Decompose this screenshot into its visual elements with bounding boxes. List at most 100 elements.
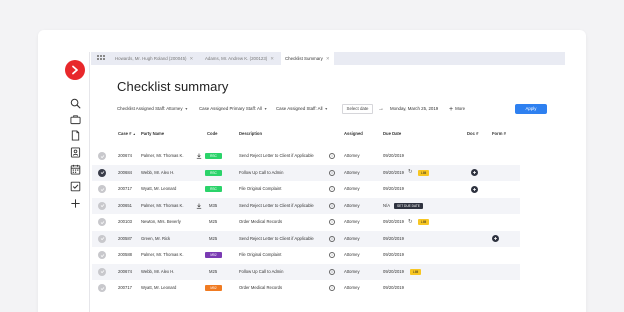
check-circle-icon[interactable] [98, 267, 106, 276]
tab-checklist-summary[interactable]: Checklist Summary ✕ [281, 52, 334, 65]
info-icon[interactable]: i [329, 186, 335, 192]
more-filters-button[interactable]: + More [449, 104, 465, 115]
table-row[interactable]: 200588 Palmer, Mr. Thomas K. M52 File Origi… [92, 247, 520, 263]
filter-primary-staff[interactable]: Case Assigned Primary Staff: All ▼ [199, 104, 267, 114]
check-circle-icon[interactable] [98, 152, 106, 160]
info-icon[interactable]: i [329, 285, 335, 291]
check-circle-icon[interactable] [98, 234, 106, 243]
column-party[interactable]: Party Name [141, 129, 164, 139]
close-icon[interactable]: ✕ [270, 56, 274, 61]
app-logo[interactable] [65, 60, 85, 80]
case-number[interactable]: 200684 [118, 165, 132, 181]
case-number[interactable]: 200588 [118, 247, 132, 263]
due-date[interactable]: 09/20/2019 [383, 280, 404, 296]
select-date-button[interactable]: Select date [342, 104, 373, 114]
info-icon[interactable]: i [329, 219, 335, 225]
due-date[interactable]: 09/20/2019 [383, 214, 404, 230]
table-row[interactable]: 200651 Palmer, Mr. Thomas K. M35 Send Rejec… [92, 197, 520, 214]
description[interactable]: Follow Up Call to Admin [239, 264, 283, 280]
info-icon[interactable]: i [329, 268, 335, 275]
description[interactable]: File Original Complaint [239, 247, 281, 263]
tab-adams[interactable]: Adams, Mr. Andrew K. (200123) ✕ [201, 52, 278, 65]
nav-contacts[interactable] [68, 145, 82, 159]
case-number[interactable]: 200674 [118, 264, 132, 280]
table-row[interactable]: 200684 Webb, Mr. Alex H. RSC Follow Up Call… [92, 164, 520, 181]
description[interactable]: Send Reject Letter to Client if Applicab… [239, 148, 314, 164]
party-name[interactable]: Wyatt, Mr. Leonard [141, 181, 176, 197]
column-code[interactable]: Code [207, 129, 217, 139]
due-date[interactable]: N/A [383, 198, 390, 214]
table-row[interactable]: 200587 Green, Mr. Rick M25 Send Reject Lett… [92, 230, 520, 247]
info-icon[interactable]: i [329, 252, 335, 258]
table-row[interactable]: 200717 Wyatt, Mr. Leonard M52 Order Medical… [92, 280, 520, 296]
party-name[interactable]: Webb, Mr. Alex H. [141, 165, 174, 181]
description[interactable]: File Original Complaint [239, 181, 281, 197]
close-icon[interactable]: ✕ [190, 56, 194, 61]
set-due-date-button[interactable]: SET DUE DATE [394, 202, 423, 209]
tab-howards[interactable]: Howards, Mr. Hugh Roland (200045) ✕ [111, 52, 197, 65]
due-date[interactable]: 09/20/2019 [383, 264, 404, 280]
close-icon[interactable]: ✕ [326, 56, 330, 61]
party-name[interactable]: Green, Mr. Rick [141, 231, 170, 247]
table-row[interactable]: 200717 Wyatt, Mr. Leonard RSC File Original… [92, 181, 520, 197]
table-row[interactable]: 200103 Newton, Mrs. Beverly M25 Order Medic… [92, 214, 520, 230]
description[interactable]: Order Medical Records [239, 280, 282, 296]
download-icon[interactable] [196, 203, 202, 209]
check-circle-icon[interactable] [98, 251, 106, 259]
info-icon[interactable]: i [329, 235, 335, 242]
party-name[interactable]: Webb, Mr. Alex H. [141, 264, 174, 280]
column-doc[interactable]: Doc # [467, 129, 478, 139]
due-date[interactable]: 09/20/2019 [383, 165, 404, 181]
description[interactable]: Order Medical Records [239, 214, 282, 230]
refresh-icon[interactable]: ↻ [408, 219, 413, 226]
column-due-date[interactable]: Due Date [383, 129, 401, 139]
column-form[interactable]: Form # [492, 129, 506, 139]
party-name[interactable]: Palmer, Mr. Thomas K. [141, 148, 184, 164]
table-row[interactable]: 200674 Palmer, Mr. Thomas K. RSC Send Rejec… [92, 148, 520, 164]
nav-add[interactable] [68, 196, 82, 210]
description[interactable]: Follow Up Call to Admin [239, 165, 283, 181]
checked-circle-icon[interactable] [98, 168, 106, 177]
case-number[interactable]: 200103 [118, 214, 132, 230]
table-row[interactable]: 200674 Webb, Mr. Alex H. M25 Follow Up Call… [92, 263, 520, 280]
case-number[interactable]: 200674 [118, 148, 132, 164]
party-name[interactable]: Palmer, Mr. Thomas K. [141, 198, 184, 214]
case-number[interactable]: 200717 [118, 280, 132, 296]
party-name[interactable]: Newton, Mrs. Beverly [141, 214, 181, 230]
check-circle-icon[interactable] [98, 185, 106, 193]
add-doc-button[interactable] [471, 185, 478, 193]
column-case[interactable]: Case # ▲ [118, 129, 136, 139]
nav-checklist[interactable] [68, 179, 82, 193]
nav-search[interactable] [68, 96, 82, 110]
party-name[interactable]: Wyatt, Mr. Leonard [141, 280, 176, 296]
case-number[interactable]: 200651 [118, 198, 132, 214]
info-icon[interactable]: i [329, 202, 335, 209]
description[interactable]: Send Reject Letter to Client if Applicab… [239, 198, 314, 214]
nav-cases[interactable] [68, 112, 82, 126]
column-description[interactable]: Description [239, 129, 262, 139]
add-form-button[interactable] [492, 235, 499, 242]
filter-checklist-staff[interactable]: Checklist Assigned Staff: Attorney ▼ [117, 104, 188, 114]
info-icon[interactable]: i [329, 169, 335, 176]
date-input[interactable]: Monday, March 25, 2019 [390, 104, 438, 114]
description[interactable]: Send Reject Letter to Client if Applicab… [239, 231, 314, 247]
nav-documents[interactable] [68, 128, 82, 142]
apply-button[interactable]: Apply [515, 104, 547, 114]
due-date[interactable]: 09/20/2019 [383, 231, 404, 247]
check-circle-icon[interactable] [98, 284, 106, 292]
nav-calendar[interactable] [68, 162, 82, 176]
column-assigned[interactable]: Assigned [344, 129, 363, 139]
case-number[interactable]: 200587 [118, 231, 132, 247]
check-circle-icon[interactable] [98, 201, 106, 210]
add-doc-button[interactable] [471, 169, 478, 176]
party-name[interactable]: Palmer, Mr. Thomas K. [141, 247, 184, 263]
filter-case-staff[interactable]: Case Assigned Staff: All ▼ [276, 104, 328, 114]
due-date[interactable]: 09/20/2019 [383, 148, 404, 164]
due-date[interactable]: 09/20/2019 [383, 247, 404, 263]
info-icon[interactable]: i [329, 153, 335, 159]
check-circle-icon[interactable] [98, 218, 106, 226]
download-icon[interactable] [196, 153, 202, 159]
due-date[interactable]: 09/20/2019 [383, 181, 404, 197]
case-number[interactable]: 200717 [118, 181, 132, 197]
grid-menu-icon[interactable] [97, 55, 105, 62]
